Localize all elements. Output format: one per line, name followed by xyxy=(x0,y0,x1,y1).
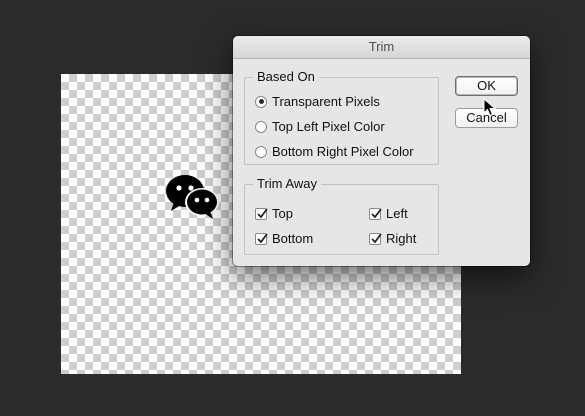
checkmark-icon xyxy=(371,232,382,243)
arrow-cursor-icon xyxy=(483,98,497,117)
based-on-group: Based On Transparent Pixels Top Left Pix… xyxy=(244,69,439,165)
trim-away-group: Trim Away Top Left Bottom Right xyxy=(244,176,439,255)
checkbox-label: Bottom xyxy=(272,231,314,246)
radio-top-left-pixel-color[interactable]: Top Left Pixel Color xyxy=(255,119,385,134)
checkbox-indicator[interactable] xyxy=(369,207,382,220)
checkmark-icon xyxy=(257,207,268,218)
checkbox-label: Right xyxy=(386,231,417,246)
ok-button[interactable]: OK xyxy=(455,76,518,96)
checkmark-icon xyxy=(257,232,268,243)
based-on-legend: Based On xyxy=(253,69,319,84)
checkbox-label: Left xyxy=(386,206,408,221)
checkbox-right[interactable]: Right xyxy=(369,231,416,246)
checkbox-left[interactable]: Left xyxy=(369,206,408,221)
radio-bottom-right-pixel-color[interactable]: Bottom Right Pixel Color xyxy=(255,144,414,159)
checkbox-bottom[interactable]: Bottom xyxy=(255,231,313,246)
checkmark-icon xyxy=(371,207,382,218)
radio-indicator[interactable] xyxy=(255,120,267,133)
radio-indicator[interactable] xyxy=(255,145,267,158)
checkbox-indicator[interactable] xyxy=(255,207,268,220)
trim-dialog: Trim Based On Transparent Pixels Top Lef… xyxy=(233,36,530,266)
trim-away-legend: Trim Away xyxy=(253,176,321,191)
radio-label: Bottom Right Pixel Color xyxy=(272,144,414,159)
radio-label: Top Left Pixel Color xyxy=(272,119,385,134)
checkbox-top[interactable]: Top xyxy=(255,206,293,221)
checkbox-indicator[interactable] xyxy=(369,232,382,245)
radio-indicator[interactable] xyxy=(255,95,267,108)
wechat-icon xyxy=(166,175,219,219)
radio-label: Transparent Pixels xyxy=(272,94,380,109)
checkbox-indicator[interactable] xyxy=(255,232,268,245)
checkbox-label: Top xyxy=(272,206,293,221)
dialog-title[interactable]: Trim xyxy=(233,36,530,59)
radio-transparent-pixels[interactable]: Transparent Pixels xyxy=(255,94,380,109)
